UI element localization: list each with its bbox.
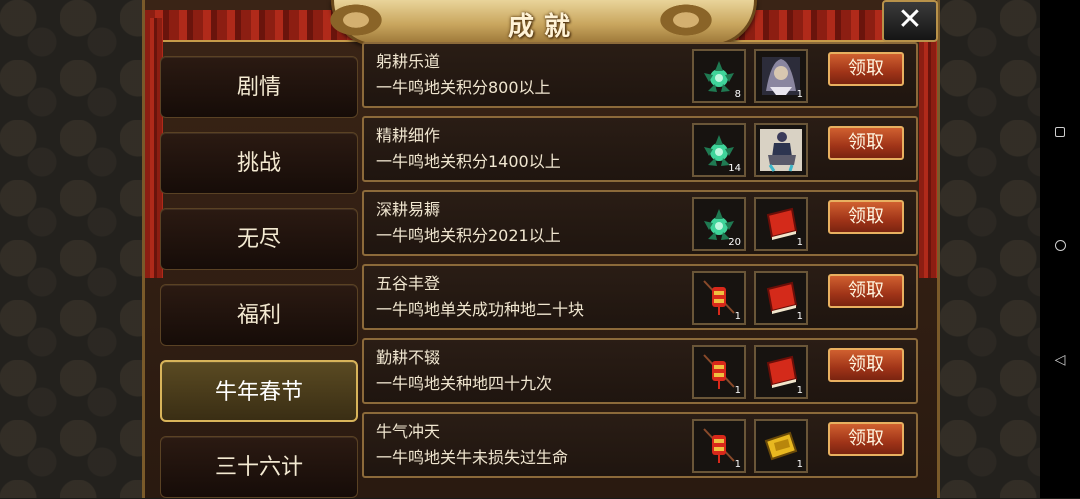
claim-button[interactable]: 领取	[828, 422, 904, 456]
achievement-desc: 一牛鸣地单关成功种地二十块	[376, 300, 585, 319]
reward-count: 1	[734, 311, 741, 322]
tab-story[interactable]: 剧情	[160, 56, 358, 118]
home-icon	[1054, 240, 1066, 251]
achievement-title: 牛气冲天	[376, 422, 441, 441]
recents-icon	[1055, 127, 1065, 137]
reward-slot[interactable]: 8	[692, 49, 746, 103]
tab-endless[interactable]: 无尽	[160, 208, 358, 270]
reward-slot[interactable]: 14	[692, 123, 746, 177]
back-icon: ◁	[1054, 352, 1066, 368]
claim-button[interactable]: 领取	[828, 274, 904, 308]
reward-count: 1	[796, 385, 803, 396]
category-sidebar: 剧情 挑战 无尽 福利 牛年春节 三十六计	[160, 56, 360, 498]
achievement-row: 五谷丰登一牛鸣地单关成功种地二十块 1 1 领取	[362, 264, 918, 330]
background-right	[940, 0, 1040, 498]
reward-slot[interactable]: 1	[754, 345, 808, 399]
reward-count: 8	[734, 89, 741, 100]
tab-spring-festival[interactable]: 牛年春节	[160, 360, 358, 422]
reward-count: 1	[796, 89, 803, 100]
reward-count: 14	[728, 163, 741, 174]
reward-slot[interactable]: 1	[754, 419, 808, 473]
tab-label: 挑战	[236, 151, 281, 176]
reward-slot[interactable]: 1	[692, 345, 746, 399]
close-button[interactable]: ✕	[882, 0, 938, 42]
tab-label: 福利	[236, 303, 281, 328]
achievement-title: 精耕细作	[376, 126, 441, 145]
achievement-row: 牛气冲天一牛鸣地关牛未损失过生命 1 1 领取	[362, 412, 918, 478]
curtain-right	[919, 18, 937, 278]
background-left	[0, 0, 142, 498]
tab-label: 无尽	[236, 227, 281, 252]
achievement-row: 精耕细作一牛鸣地关积分1400以上 14 领取	[362, 116, 918, 182]
claim-button[interactable]: 领取	[828, 126, 904, 160]
title-plaque: 成就	[326, 0, 757, 47]
achievement-desc: 一牛鸣地关种地四十九次	[376, 374, 553, 393]
reward-slot[interactable]: 1	[754, 271, 808, 325]
achievement-title: 深耕易耨	[376, 200, 441, 219]
reward-slot[interactable]: 1	[754, 197, 808, 251]
claim-button[interactable]: 领取	[828, 52, 904, 86]
reward-count: 1	[734, 385, 741, 396]
tab-label: 剧情	[236, 75, 281, 100]
recents-button[interactable]	[1040, 126, 1080, 141]
reward-slot[interactable]: 1	[692, 419, 746, 473]
reward-count: 20	[728, 237, 741, 248]
achievement-desc: 一牛鸣地关积分800以上	[376, 78, 551, 97]
tab-welfare[interactable]: 福利	[160, 284, 358, 346]
reward-slot[interactable]: 20	[692, 197, 746, 251]
reward-count: 1	[734, 459, 741, 470]
armored-rider-icon	[760, 129, 802, 172]
reward-slot[interactable]: 1	[754, 49, 808, 103]
tab-label: 牛年春节	[214, 380, 303, 405]
reward-count: 1	[796, 311, 803, 322]
window-title: 成就	[507, 12, 580, 42]
claim-button[interactable]: 领取	[828, 200, 904, 234]
back-button[interactable]: ◁	[1040, 352, 1080, 368]
achievement-desc: 一牛鸣地关积分1400以上	[376, 152, 561, 171]
system-navbar: ◁	[1040, 0, 1080, 498]
achievement-row: 勤耕不辍一牛鸣地关种地四十九次 1 1 领取	[362, 338, 918, 404]
reward-count: 1	[796, 237, 803, 248]
achievement-title: 躬耕乐道	[376, 52, 441, 71]
claim-button[interactable]: 领取	[828, 348, 904, 382]
achievement-row: 躬耕乐道一牛鸣地关积分800以上 8 1 领取	[362, 42, 918, 108]
tab-thirty-six-strategies[interactable]: 三十六计	[160, 436, 358, 498]
reward-slot[interactable]: 1	[692, 271, 746, 325]
achievement-row: 深耕易耨一牛鸣地关积分2021以上 20 1 领取	[362, 190, 918, 256]
reward-count: 1	[796, 459, 803, 470]
achievement-title: 勤耕不辍	[376, 348, 441, 367]
tab-label: 三十六计	[214, 455, 303, 480]
home-button[interactable]	[1040, 240, 1080, 255]
achievement-desc: 一牛鸣地关积分2021以上	[376, 226, 561, 245]
achievement-title: 五谷丰登	[376, 274, 441, 293]
tab-challenge[interactable]: 挑战	[160, 132, 358, 194]
achievement-desc: 一牛鸣地关牛未损失过生命	[376, 448, 569, 467]
close-icon: ✕	[897, 2, 923, 37]
achievement-list[interactable]: 躬耕乐道 一牛鸣地关积分800以上 8 1 领取 精耕细作 一牛鸣地关积分1400以上 14 领…	[362, 42, 918, 498]
reward-slot[interactable]	[754, 123, 808, 177]
